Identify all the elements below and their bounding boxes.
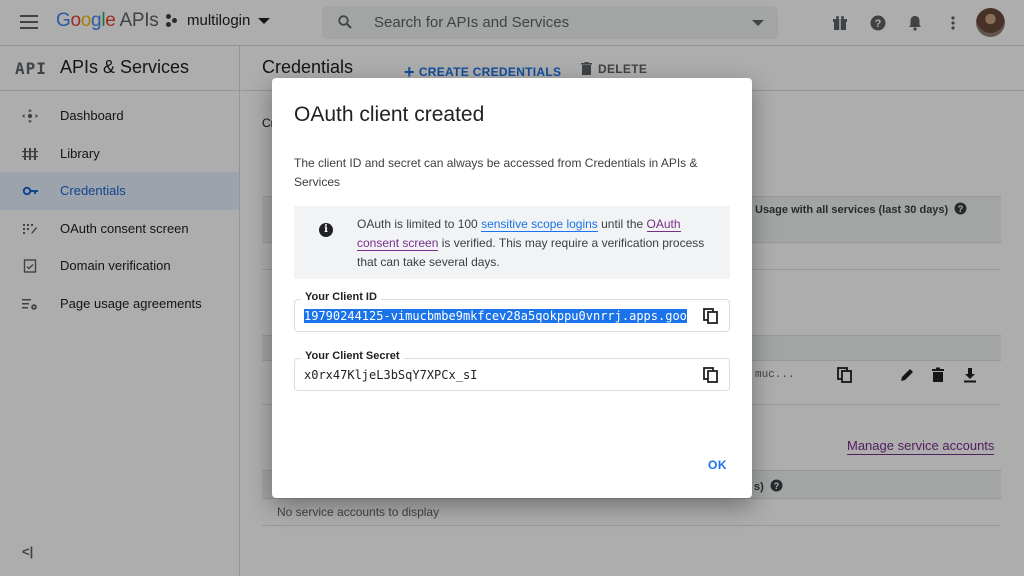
info-icon: i <box>319 223 333 237</box>
info-banner: i OAuth is limited to 100 sensitive scop… <box>294 206 730 279</box>
client-id-value-container[interactable]: 19790244125-vimucbmbe9mkfcev28a5qokppu0v… <box>304 309 689 323</box>
info-text-pre: OAuth is limited to 100 <box>357 217 482 231</box>
info-text-mid: until the <box>597 217 647 231</box>
info-text: OAuth is limited to 100 sensitive scope … <box>357 215 717 272</box>
client-secret-field[interactable]: Your Client Secret x0rx47KljeL3bSqY7XPCx… <box>294 350 730 391</box>
client-secret-value[interactable]: x0rx47KljeL3bSqY7XPCx_sI <box>304 368 689 382</box>
client-id-value[interactable]: 19790244125-vimucbmbe9mkfcev28a5qokppu0v… <box>304 309 687 323</box>
client-id-label: Your Client ID <box>301 291 381 303</box>
sensitive-scope-logins-link[interactable]: sensitive scope logins <box>481 217 598 232</box>
oauth-client-created-dialog: OAuth client created The client ID and s… <box>272 78 752 498</box>
ok-button[interactable]: OK <box>708 458 727 472</box>
client-id-field[interactable]: Your Client ID 19790244125-vimucbmbe9mkf… <box>294 291 730 332</box>
client-secret-label: Your Client Secret <box>301 350 404 362</box>
copy-client-id-icon[interactable] <box>703 308 719 324</box>
dialog-description: The client ID and secret can always be a… <box>294 156 698 189</box>
copy-client-secret-icon[interactable] <box>703 367 719 383</box>
dialog-title: OAuth client created <box>294 103 485 126</box>
